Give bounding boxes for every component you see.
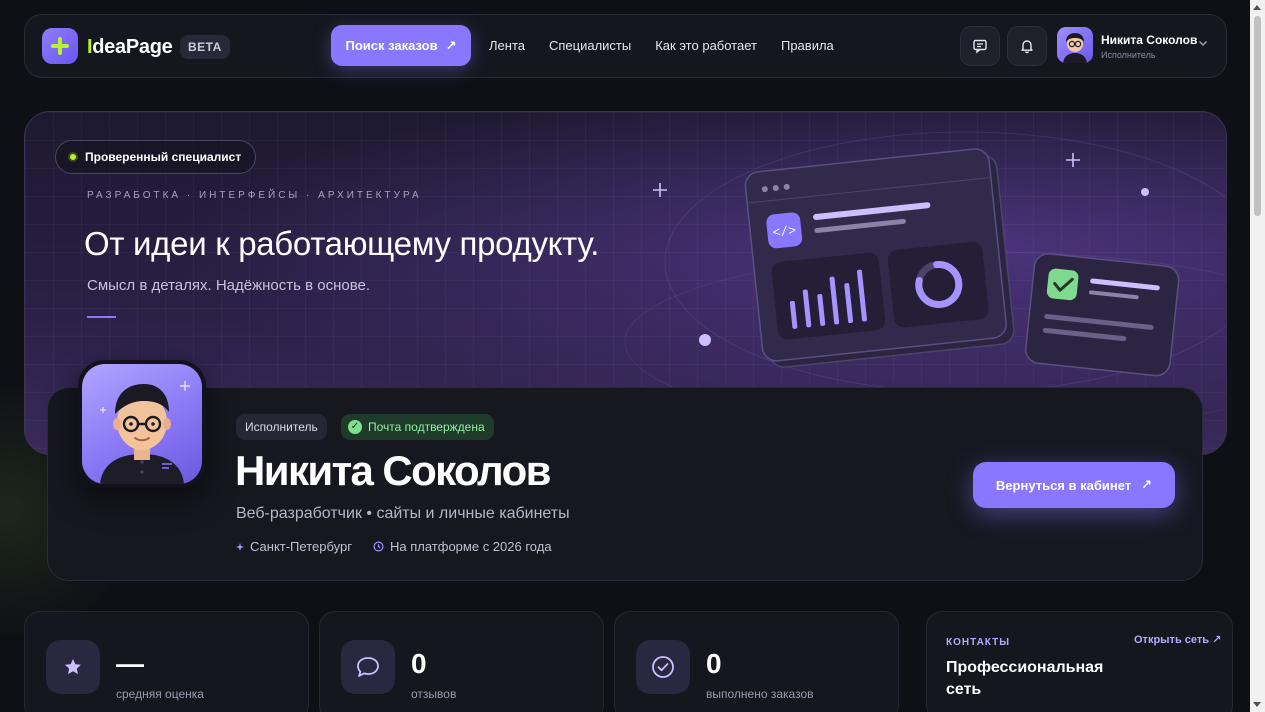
- star-icon: [46, 640, 100, 694]
- scroll-down-arrow-icon[interactable]: [1253, 702, 1261, 707]
- logo-text[interactable]: IdeaPage: [87, 36, 173, 59]
- nav-how-it-works[interactable]: Как это работает: [655, 38, 757, 53]
- profile-specialty: Веб-разработчик • сайты и личные кабинет…: [236, 505, 570, 522]
- nav-feed[interactable]: Лента: [489, 38, 525, 53]
- chevron-down-icon[interactable]: [1197, 37, 1209, 49]
- user-name[interactable]: Никита Соколов: [1101, 33, 1197, 47]
- main-nav: Лента Специалисты Как это работает Прави…: [489, 38, 834, 53]
- chat-icon: [973, 39, 987, 54]
- stat-label: средняя оценка: [116, 687, 204, 701]
- verified-specialist-chip: Проверенный специалист: [55, 140, 257, 174]
- hero-divider: [87, 316, 116, 318]
- hero-subtitle: Смысл в деталях. Надёжность в основе.: [87, 277, 371, 294]
- stat-value: 0: [706, 648, 722, 679]
- hero-title: От идеи к работающему продукту.: [84, 225, 600, 262]
- stat-reviews: 0 отзывов: [319, 611, 604, 712]
- speech-bubble-icon: [341, 640, 395, 694]
- logo-plus-icon[interactable]: [42, 28, 78, 64]
- arrow-up-right-icon: ↗: [445, 37, 457, 53]
- search-orders-button[interactable]: Поиск заказов ↗: [331, 25, 471, 66]
- back-to-cabinet-button[interactable]: Вернуться в кабинет ↗: [973, 462, 1175, 508]
- status-dot-icon: [68, 152, 78, 162]
- role-pill: Исполнитель: [236, 414, 327, 440]
- stat-completed: 0 выполнено заказов: [614, 611, 899, 712]
- stat-value: —: [116, 648, 144, 679]
- arrow-up-right-icon: ↗: [1212, 634, 1222, 646]
- sparkle-icon: [653, 183, 667, 197]
- notifications-button[interactable]: [1007, 26, 1047, 66]
- check-icon: ✓: [348, 420, 362, 434]
- scroll-up-arrow-icon[interactable]: [1253, 5, 1261, 10]
- sparkle-icon: [1066, 153, 1080, 167]
- stat-label: выполнено заказов: [706, 687, 814, 701]
- nav-specialists[interactable]: Специалисты: [549, 38, 631, 53]
- contacts-card: КОНТАКТЫ Профессиональная сеть Открыть с…: [926, 611, 1233, 712]
- nav-rules[interactable]: Правила: [781, 38, 834, 53]
- contacts-label: КОНТАКТЫ: [946, 637, 1011, 648]
- sparkle-location-icon: [236, 542, 244, 551]
- beta-badge: BETA: [180, 35, 230, 59]
- arrow-up-right-icon: ↗: [1141, 477, 1153, 492]
- profile-avatar: [78, 360, 206, 488]
- stat-value: 0: [411, 648, 427, 679]
- page-scrollbar[interactable]: [1250, 0, 1265, 712]
- user-role: Исполнитель: [1101, 50, 1156, 60]
- profile-name: Никита Соколов: [235, 447, 551, 494]
- profile-since: На платформе с 2026 года: [373, 539, 552, 554]
- contacts-title: Профессиональная сеть: [946, 659, 1104, 698]
- open-network-link[interactable]: Открыть сеть ↗: [1134, 633, 1221, 646]
- user-avatar[interactable]: [1057, 27, 1093, 63]
- check-circle-icon: [636, 640, 690, 694]
- profile-location: Санкт-Петербург: [236, 539, 352, 554]
- svg-text:</>: </>: [772, 223, 797, 240]
- stat-label: отзывов: [411, 687, 457, 701]
- bell-icon: [1021, 40, 1033, 54]
- hero-kicker: РАЗРАБОТКА · ИНТЕРФЕЙСЫ · АРХИТЕКТУРА: [87, 190, 422, 201]
- stat-rating: — средняя оценка: [24, 611, 309, 712]
- email-verified-pill: ✓ Почта подтверждена: [341, 414, 494, 440]
- clock-icon: [373, 541, 384, 552]
- top-navbar: IdeaPage BETA Поиск заказов ↗ Лента Спец…: [24, 14, 1227, 78]
- scroll-thumb[interactable]: [1254, 16, 1261, 216]
- messages-button[interactable]: [960, 26, 1000, 66]
